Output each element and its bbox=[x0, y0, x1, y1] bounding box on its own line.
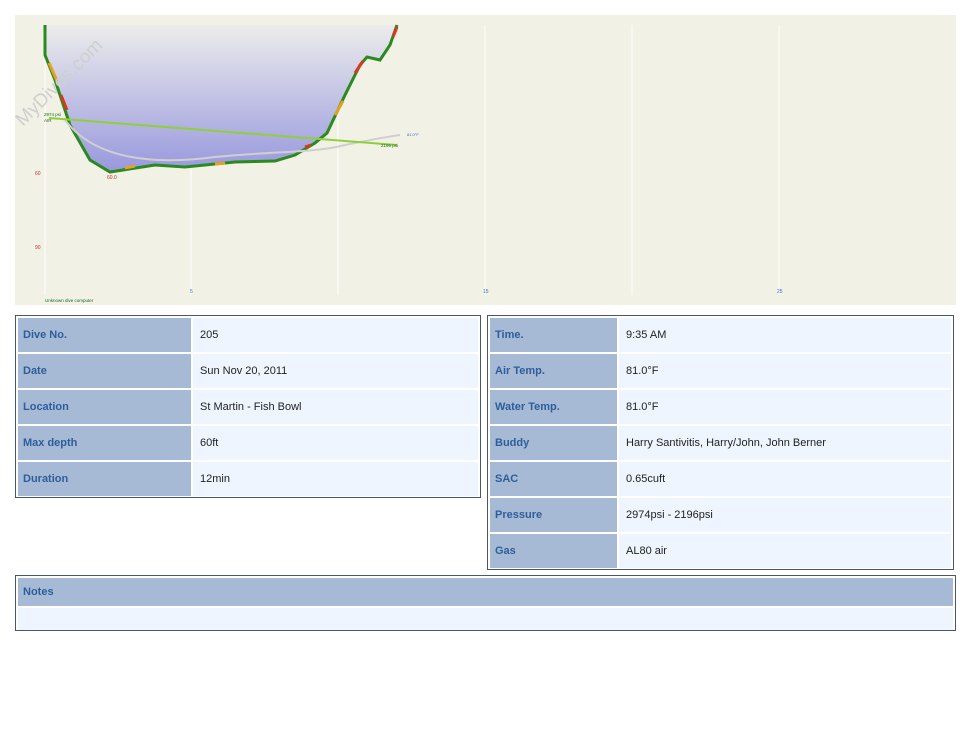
row-label: Time. bbox=[490, 318, 617, 352]
notes-header: Notes bbox=[18, 578, 953, 606]
row-value: AL80 air bbox=[619, 534, 951, 568]
table-row: Date Sun Nov 20, 2011 bbox=[18, 354, 478, 388]
max-depth-label: 60.0 bbox=[107, 175, 117, 181]
table-row: SAC 0.65cuft bbox=[490, 462, 951, 496]
row-label: Water Temp. bbox=[490, 390, 617, 424]
table-row: Buddy Harry Santivitis, Harry/John, John… bbox=[490, 426, 951, 460]
table-row: Duration 12min bbox=[18, 462, 478, 496]
time-tick-15: 15 bbox=[483, 289, 489, 295]
table-row: Pressure 2974psi - 2196psi bbox=[490, 498, 951, 532]
row-label: Dive No. bbox=[18, 318, 191, 352]
row-label: Date bbox=[18, 354, 191, 388]
dive-computer-label: Unknown dive computer bbox=[45, 298, 94, 303]
row-value: 0.65cuft bbox=[619, 462, 951, 496]
dive-profile-svg: 2974 psi AIR 2196 psi 81.0°F 60.0 60 90 … bbox=[15, 24, 783, 303]
row-label: Duration bbox=[18, 462, 191, 496]
row-value: 12min bbox=[193, 462, 478, 496]
row-value: 60ft bbox=[193, 426, 478, 460]
row-value: Sun Nov 20, 2011 bbox=[193, 354, 478, 388]
row-value: 9:35 AM bbox=[619, 318, 951, 352]
notes-body bbox=[18, 608, 953, 630]
time-tick-5: 5 bbox=[190, 289, 193, 295]
table-row: Max depth 60ft bbox=[18, 426, 478, 460]
row-label: Location bbox=[18, 390, 191, 424]
row-value: 205 bbox=[193, 318, 478, 352]
row-value: 81.0°F bbox=[619, 354, 951, 388]
time-tick-25: 25 bbox=[777, 289, 783, 295]
table-row: Time. 9:35 AM bbox=[490, 318, 951, 352]
dive-details-table: Time. 9:35 AM Air Temp. 81.0°F Water Tem… bbox=[487, 315, 954, 570]
notes-section: Notes bbox=[15, 575, 956, 631]
depth-tick-90: 90 bbox=[35, 245, 41, 251]
table-row: Water Temp. 81.0°F bbox=[490, 390, 951, 424]
row-value: 81.0°F bbox=[619, 390, 951, 424]
row-label: Air Temp. bbox=[490, 354, 617, 388]
temp-label: 81.0°F bbox=[407, 132, 419, 137]
row-value: 2974psi - 2196psi bbox=[619, 498, 951, 532]
depth-tick-60: 60 bbox=[35, 171, 41, 177]
gas-label: AIR bbox=[44, 118, 52, 123]
dive-info-table: Dive No. 205 Date Sun Nov 20, 2011 Locat… bbox=[15, 315, 481, 498]
row-label: Gas bbox=[490, 534, 617, 568]
dive-profile-chart: 2974 psi AIR 2196 psi 81.0°F 60.0 60 90 … bbox=[15, 15, 956, 305]
end-pressure-label: 2196 psi bbox=[381, 143, 398, 148]
table-row: Dive No. 205 bbox=[18, 318, 478, 352]
table-row: Location St Martin - Fish Bowl bbox=[18, 390, 478, 424]
row-value: Harry Santivitis, Harry/John, John Berne… bbox=[619, 426, 951, 460]
row-label: Buddy bbox=[490, 426, 617, 460]
row-label: SAC bbox=[490, 462, 617, 496]
table-row: Gas AL80 air bbox=[490, 534, 951, 568]
row-label: Pressure bbox=[490, 498, 617, 532]
row-value: St Martin - Fish Bowl bbox=[193, 390, 478, 424]
row-label: Max depth bbox=[18, 426, 191, 460]
table-row: Air Temp. 81.0°F bbox=[490, 354, 951, 388]
start-pressure-label: 2974 psi bbox=[44, 112, 61, 117]
